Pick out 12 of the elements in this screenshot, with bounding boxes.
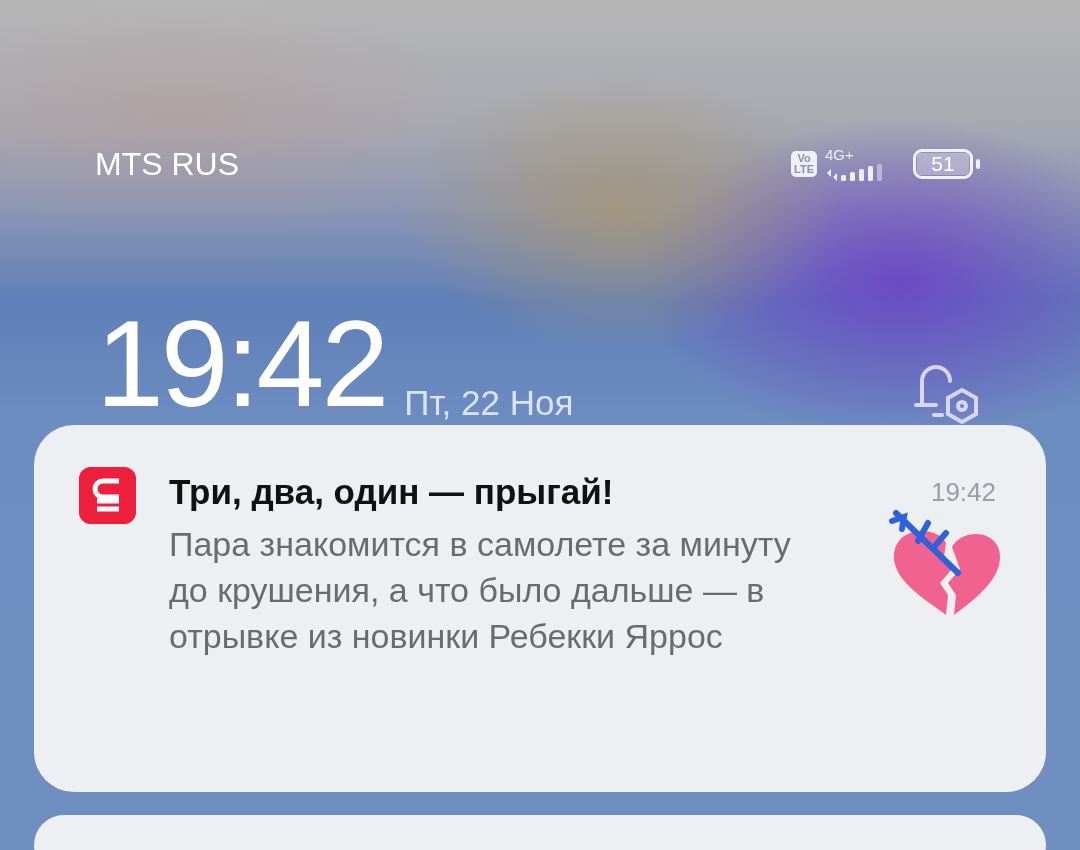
clock-time: 19:42 — [96, 303, 387, 425]
notification-card[interactable]: Три, два, один — прыгай! 19:42 Пара знакомится в самолете за минуту до крушения, а что было дальше — в отрывке из новинки Ребекки Яррос — [34, 425, 1046, 792]
battery-tip — [976, 159, 980, 169]
notification-title: Три, два, один — прыгай! — [169, 471, 614, 513]
notification-time: 19:42 — [930, 475, 996, 509]
battery-indicator: 51 — [913, 149, 973, 179]
clock-date: Пт, 22 Ноя — [404, 381, 574, 424]
network-type: 4G+ — [825, 147, 855, 162]
volte-badge: Vo LTE — [791, 151, 817, 177]
app-icon — [79, 467, 136, 524]
notification-text: Пара знакомится в самолете за минуту до крушения, а что было дальше — в отрывке из новинки Ребекки Яррос — [169, 524, 792, 657]
carrier-name: MTS RUS — [95, 145, 239, 184]
